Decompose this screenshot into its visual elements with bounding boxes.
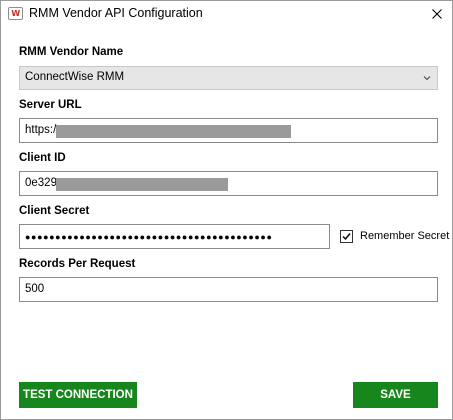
server-url-input[interactable]: https:/	[19, 118, 438, 143]
server-url-label: Server URL	[19, 99, 82, 111]
title-bar: W RMM Vendor API Configuration	[1, 1, 452, 27]
records-per-request-value: 500	[25, 283, 45, 295]
client-id-value: 0e329	[25, 177, 57, 189]
remember-secret-label: Remember Secret	[360, 230, 450, 242]
dialog-window: W RMM Vendor API Configuration RMM Vendo…	[0, 0, 453, 420]
records-per-request-input[interactable]: 500	[19, 277, 438, 302]
close-icon	[432, 9, 442, 19]
test-connection-button[interactable]: TEST CONNECTION	[19, 382, 137, 408]
client-id-label: Client ID	[19, 152, 66, 164]
records-per-request-label: Records Per Request	[19, 258, 136, 270]
client-id-redaction	[56, 178, 228, 191]
app-logo-icon: W	[8, 7, 23, 20]
server-url-value: https:/	[25, 124, 57, 136]
client-id-input[interactable]: 0e329	[19, 171, 438, 196]
checkmark-icon	[342, 233, 351, 241]
save-button[interactable]: SAVE	[353, 382, 438, 408]
server-url-redaction	[56, 125, 291, 138]
vendor-name-select[interactable]: ConnectWise RMM	[19, 66, 438, 90]
window-title: RMM Vendor API Configuration	[29, 6, 203, 20]
close-button[interactable]	[422, 1, 452, 27]
client-secret-label: Client Secret	[19, 205, 90, 217]
app-logo-text: W	[11, 9, 20, 18]
chevron-down-icon	[423, 76, 431, 81]
vendor-name-value: ConnectWise RMM	[25, 71, 125, 83]
vendor-name-label: RMM Vendor Name	[19, 46, 124, 58]
client-secret-value: ●●●●●●●●●●●●●●●●●●●●●●●●●●●●●●●●●●●●●●●●…	[25, 232, 273, 242]
remember-secret-checkbox[interactable]	[340, 230, 353, 243]
client-secret-input[interactable]: ●●●●●●●●●●●●●●●●●●●●●●●●●●●●●●●●●●●●●●●●…	[19, 224, 330, 249]
